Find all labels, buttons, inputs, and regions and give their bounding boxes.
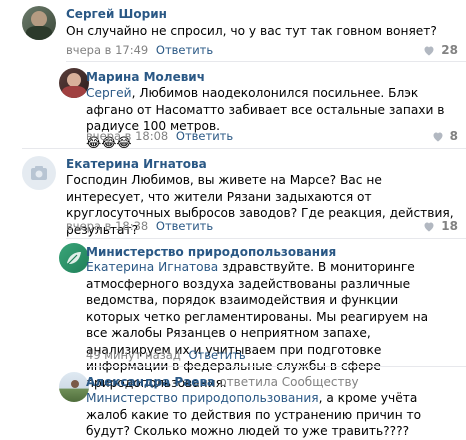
- divider: [66, 61, 466, 62]
- comment-meta: 49 минут назад Ответить: [86, 348, 246, 362]
- divider: [86, 366, 466, 367]
- like-count: 8: [449, 129, 458, 143]
- mention-link[interactable]: Сергей: [86, 86, 132, 100]
- camera-icon: [31, 166, 47, 180]
- comment-time[interactable]: вчера в 18:08: [86, 129, 168, 143]
- comment-author-subtitle: ответила Сообществу: [219, 375, 359, 389]
- comment-meta: вчера в 18:38 Ответить: [66, 219, 213, 233]
- avatar[interactable]: [59, 68, 89, 98]
- comment-time[interactable]: 49 минут назад: [86, 348, 181, 362]
- like-button[interactable]: 28: [423, 43, 458, 57]
- avatar[interactable]: [59, 243, 89, 273]
- comment-time[interactable]: вчера в 18:38: [66, 219, 148, 233]
- mention-link[interactable]: Екатерина Игнатова: [86, 260, 218, 274]
- comment-author[interactable]: Александра Раева ответила Сообществу: [86, 375, 359, 389]
- avatar[interactable]: [59, 372, 89, 402]
- comment-author[interactable]: Екатерина Игнатова: [66, 157, 207, 171]
- comment-meta: вчера в 17:49 Ответить: [66, 43, 213, 57]
- avatar[interactable]: [22, 6, 56, 40]
- comment-time[interactable]: вчера в 17:49: [66, 43, 148, 57]
- comment-text-body: здравствуйте. В мониторинге атмосферного…: [86, 260, 429, 390]
- comment-author[interactable]: Министерство природопользования: [86, 245, 336, 259]
- divider: [66, 238, 466, 239]
- like-count: 28: [441, 43, 458, 57]
- like-count: 18: [441, 219, 458, 233]
- comment-text: Он случайно не спросил, чо у вас тут так…: [66, 23, 458, 40]
- reply-button[interactable]: Ответить: [188, 348, 245, 362]
- comment-text-body: Он случайно не спросил, чо у вас тут так…: [66, 24, 437, 38]
- reply-button[interactable]: Ответить: [156, 219, 213, 233]
- heart-icon: [424, 222, 434, 231]
- comment-author[interactable]: Сергей Шорин: [66, 7, 167, 21]
- mention-link[interactable]: Министерство природопользования: [86, 391, 319, 405]
- avatar[interactable]: [22, 156, 56, 190]
- comment-author-name[interactable]: Александра Раева: [86, 375, 215, 389]
- comment-author[interactable]: Марина Молевич: [86, 70, 205, 84]
- comment-meta: вчера в 18:08 Ответить: [86, 129, 233, 143]
- reply-button[interactable]: Ответить: [156, 43, 213, 57]
- heart-icon: [424, 46, 434, 55]
- reply-button[interactable]: Ответить: [176, 129, 233, 143]
- like-button[interactable]: 8: [432, 129, 458, 143]
- divider: [22, 148, 466, 149]
- leaf-logo-icon: [67, 252, 81, 265]
- comment-text-body: , Любимов наодеколонился посильнее. Блэк…: [86, 86, 445, 133]
- comment-text: Министерство природопользования, а кроме…: [86, 390, 446, 440]
- comment-text: Екатерина Игнатова здравствуйте. В монит…: [86, 259, 446, 391]
- like-button[interactable]: 18: [423, 219, 458, 233]
- heart-icon: [433, 132, 443, 141]
